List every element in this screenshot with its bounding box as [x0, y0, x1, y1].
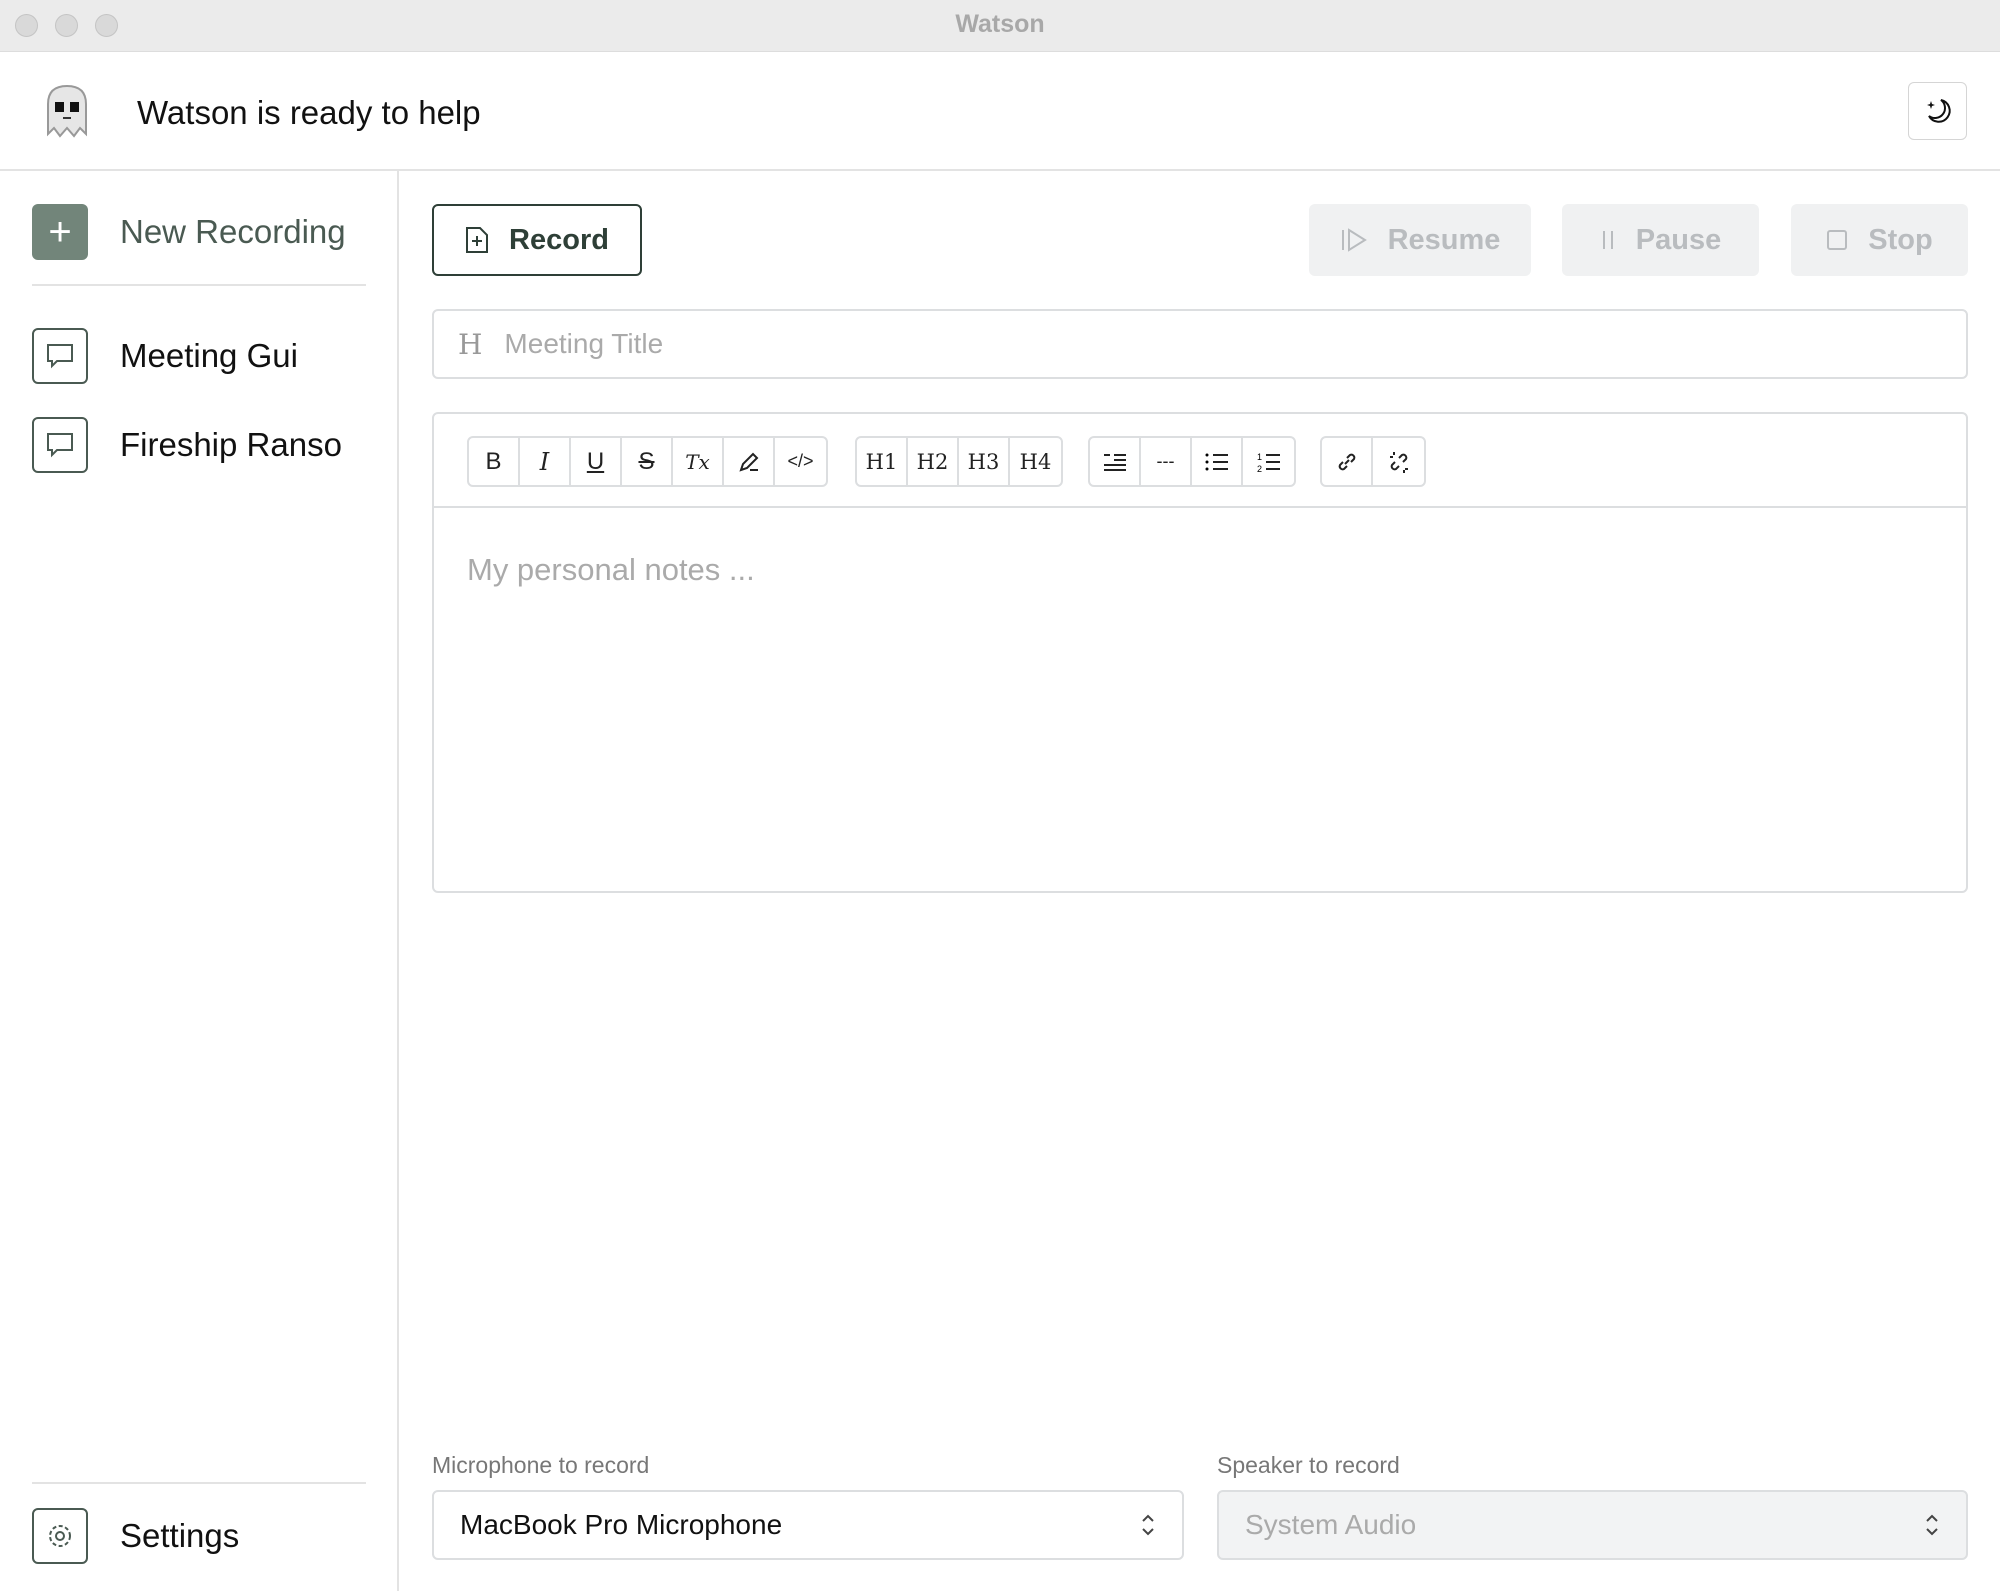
format-group: B I U S Tx </>	[467, 436, 828, 487]
resume-icon	[1341, 228, 1367, 252]
highlighter-icon	[738, 452, 758, 472]
sidebar: + New Recording Meeting Gui Fireship Ran…	[0, 171, 399, 1591]
chat-bubble-icon	[32, 417, 88, 473]
ordered-list-button[interactable]: 12	[1243, 438, 1294, 485]
code-button[interactable]: </>	[775, 438, 826, 485]
moon-icon	[1926, 99, 1951, 123]
status-text: Watson is ready to help	[137, 94, 481, 131]
chevron-up-down-icon	[1926, 1514, 1938, 1536]
sidebar-divider	[32, 1482, 366, 1484]
sidebar-item-label: Fireship Ranso	[120, 426, 342, 463]
unlink-button[interactable]	[1373, 438, 1424, 485]
resume-label: Resume	[1387, 223, 1501, 256]
speaker-value: System Audio	[1245, 1509, 1417, 1540]
notes-placeholder: My personal notes ...	[467, 552, 755, 587]
h2-button[interactable]: H2	[908, 438, 959, 485]
h3-button[interactable]: H3	[959, 438, 1010, 485]
italic-button[interactable]: I	[520, 438, 571, 485]
sidebar-item-meeting[interactable]: Meeting Gui	[32, 328, 298, 384]
mic-value: MacBook Pro Microphone	[460, 1509, 783, 1540]
bullet-list-icon	[1205, 453, 1228, 470]
highlight-button[interactable]	[724, 438, 775, 485]
heading-icon: H	[458, 327, 483, 361]
title-bar: Watson	[0, 0, 2000, 52]
horizontal-rule-button[interactable]: ---	[1141, 438, 1192, 485]
clear-format-button[interactable]: Tx	[673, 438, 724, 485]
file-plus-icon	[466, 227, 489, 253]
h1-button[interactable]: H1	[857, 438, 908, 485]
speaker-label: Speaker to record	[1217, 1452, 1400, 1478]
resume-button[interactable]: Resume	[1309, 204, 1531, 276]
quote-icon	[1103, 453, 1126, 471]
meeting-title-placeholder: Meeting Title	[504, 328, 664, 359]
plus-icon: +	[32, 204, 88, 260]
stop-label: Stop	[1868, 223, 1933, 256]
bold-button[interactable]: B	[469, 438, 520, 485]
chevron-up-down-icon	[1142, 1514, 1154, 1536]
record-label: Record	[509, 223, 609, 256]
record-button[interactable]: Record	[432, 204, 642, 276]
code-icon: </>	[787, 451, 814, 471]
new-recording-label: New Recording	[120, 213, 346, 250]
stop-button[interactable]: Stop	[1791, 204, 1968, 276]
sidebar-item-meeting[interactable]: Fireship Ranso	[32, 417, 342, 473]
strikethrough-button[interactable]: S	[622, 438, 673, 485]
unlink-icon	[1389, 451, 1408, 473]
chat-bubble-icon	[32, 328, 88, 384]
block-group: --- 12	[1088, 436, 1296, 487]
pause-icon	[1602, 231, 1613, 249]
speaker-select[interactable]: System Audio	[1217, 1490, 1968, 1560]
pause-button[interactable]: Pause	[1562, 204, 1759, 276]
sidebar-item-label: Meeting Gui	[120, 337, 298, 374]
app-header: Watson is ready to help	[0, 52, 2000, 171]
underline-button[interactable]: U	[571, 438, 622, 485]
link-group	[1320, 436, 1426, 487]
notes-editor[interactable]: B I U S Tx </> H1 H2 H3 H4 --- 12 My per…	[432, 412, 1968, 893]
stop-icon	[1827, 230, 1848, 250]
new-recording-button[interactable]: + New Recording	[32, 204, 346, 260]
link-button[interactable]	[1322, 438, 1373, 485]
svg-text:2: 2	[1257, 464, 1262, 474]
microphone-select[interactable]: MacBook Pro Microphone	[432, 1490, 1184, 1560]
gear-icon	[32, 1508, 88, 1564]
link-icon	[1338, 453, 1355, 470]
bullet-list-button[interactable]	[1192, 438, 1243, 485]
heading-group: H1 H2 H3 H4	[855, 436, 1063, 487]
h4-button[interactable]: H4	[1010, 438, 1061, 485]
ghost-avatar-icon	[47, 84, 87, 138]
mic-label: Microphone to record	[432, 1452, 650, 1478]
blockquote-button[interactable]	[1090, 438, 1141, 485]
editor-toolbar: B I U S Tx </> H1 H2 H3 H4 --- 12	[434, 414, 1966, 508]
ordered-list-icon: 12	[1257, 452, 1280, 474]
sidebar-divider	[32, 284, 366, 286]
svg-text:1: 1	[1257, 452, 1262, 462]
settings-button[interactable]: Settings	[32, 1508, 239, 1564]
window-title: Watson	[955, 10, 1045, 38]
pause-label: Pause	[1635, 223, 1722, 256]
theme-toggle-button[interactable]	[1908, 82, 1967, 140]
meeting-title-input[interactable]: H Meeting Title	[432, 309, 1968, 379]
settings-label: Settings	[120, 1517, 240, 1554]
